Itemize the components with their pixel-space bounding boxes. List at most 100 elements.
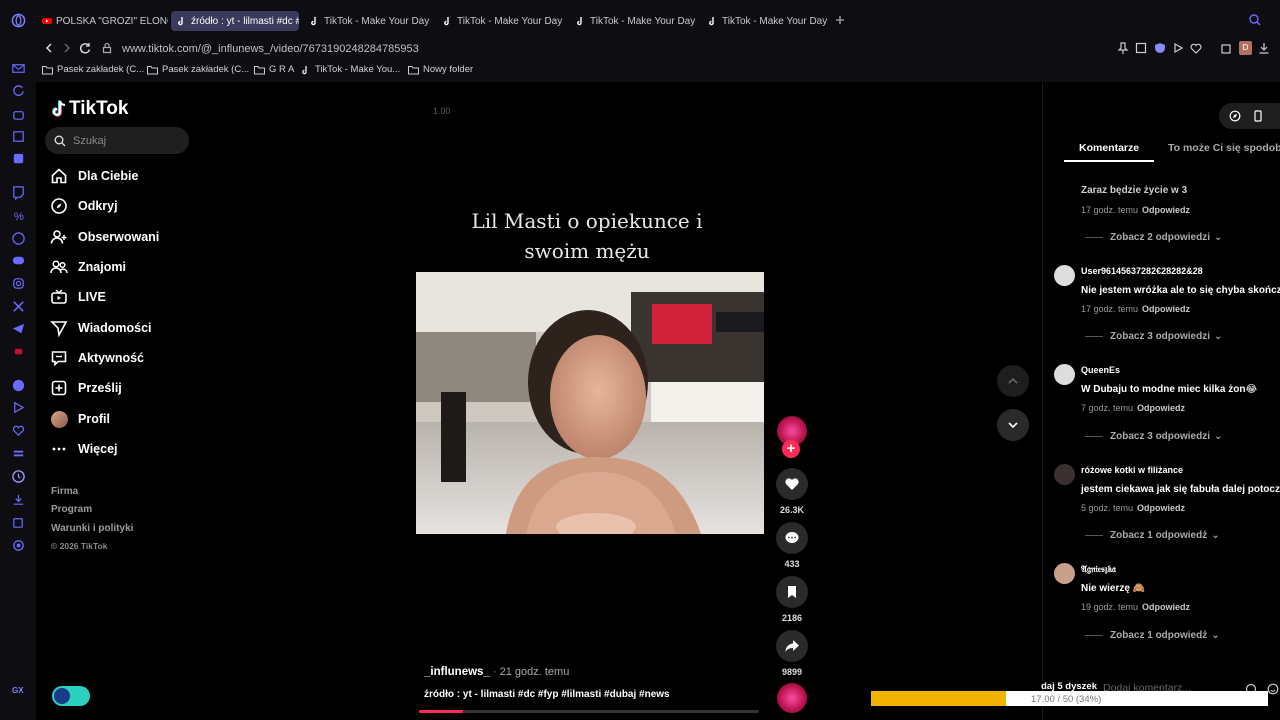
heart-icon[interactable]: [10, 422, 26, 438]
reply-button[interactable]: Odpowiedz: [1137, 403, 1185, 413]
nav-profile[interactable]: Profil: [50, 408, 110, 430]
video-progress-bar[interactable]: [419, 710, 759, 713]
comment-avatar[interactable]: [1054, 464, 1075, 485]
tab-tiktok-3[interactable]: TikTok - Make Your Day: [570, 11, 700, 31]
bookmark-folder-1[interactable]: Pasek zakładek (C...: [42, 64, 144, 75]
tab-youtube[interactable]: POLSKA "GROZI" ELONOW: [36, 11, 168, 31]
sound-disc[interactable]: [777, 683, 807, 713]
tab-tiktok-2[interactable]: TikTok - Make Your Day: [437, 11, 567, 31]
previous-video-button[interactable]: [997, 365, 1029, 397]
nav-more[interactable]: Więcej: [50, 438, 118, 460]
nav-upload[interactable]: Prześlij: [50, 377, 122, 399]
download-icon[interactable]: [10, 491, 26, 507]
instagram-icon[interactable]: [10, 275, 26, 291]
bookmark-folder-gra[interactable]: G R A: [254, 64, 294, 75]
robot-icon[interactable]: [10, 106, 26, 122]
reload-icon[interactable]: [78, 41, 92, 55]
profile-badge[interactable]: D: [1239, 41, 1252, 55]
player-icon[interactable]: [10, 399, 26, 415]
next-video-button[interactable]: [997, 409, 1029, 441]
comment-text: Zaraz będzie życie w 3: [1081, 185, 1188, 196]
tab-tiktok-4[interactable]: TikTok - Make Your Day: [702, 11, 832, 31]
discord-icon[interactable]: [10, 252, 26, 268]
avatar: [50, 410, 68, 428]
tab-suggested[interactable]: To może Ci się spodobać: [1168, 142, 1280, 154]
refresh-icon[interactable]: [10, 82, 26, 98]
extensions-puzzle-icon[interactable]: [1219, 41, 1233, 55]
comment-username[interactable]: 𝔄𝔤𝔫𝔦𝔢𝔰𝔷𝔨𝔞: [1081, 564, 1116, 575]
new-tab-button[interactable]: [833, 13, 847, 27]
messenger-icon[interactable]: [10, 230, 26, 246]
view-replies-button[interactable]: Zobacz 1 odpowiedź ⌄: [1085, 530, 1220, 541]
reply-button[interactable]: Odpowiedz: [1142, 602, 1190, 612]
view-replies-button[interactable]: Zobacz 3 odpowiedzi ⌄: [1085, 431, 1222, 442]
tab-search-button[interactable]: [1248, 13, 1262, 27]
reply-button[interactable]: Odpowiedz: [1142, 205, 1190, 215]
tab-tiktok-1[interactable]: TikTok - Make Your Day: [304, 11, 434, 31]
footer-company[interactable]: Firma: [51, 486, 78, 497]
twitch-icon[interactable]: [10, 184, 26, 200]
playback-speed[interactable]: 1.00: [433, 106, 451, 116]
share-button[interactable]: [776, 630, 808, 662]
comment-avatar[interactable]: [1054, 563, 1075, 584]
tab-active-video[interactable]: źródło : yt - lilmasti #dc #f: [171, 11, 299, 31]
bookmark-tiktok[interactable]: TikTok - Make You...: [300, 64, 400, 75]
nav-live[interactable]: LIVE: [50, 286, 106, 308]
settings-icon[interactable]: [10, 537, 26, 553]
comment-username[interactable]: User9614563728­2€28282&28: [1081, 266, 1203, 276]
nav-for-you[interactable]: Dla Ciebie: [50, 165, 138, 187]
comment-avatar[interactable]: [1054, 265, 1075, 286]
comment-username[interactable]: QueenEs: [1081, 365, 1120, 375]
comment-username[interactable]: różowe kotki w filiżance: [1081, 465, 1183, 475]
comment-avatar[interactable]: [1054, 364, 1075, 385]
percent-icon[interactable]: %: [10, 207, 26, 223]
nav-messages[interactable]: Wiadomości: [50, 317, 152, 339]
heart-outline-icon[interactable]: [1189, 41, 1203, 55]
save-button[interactable]: [776, 576, 808, 608]
mastodon-icon[interactable]: [10, 150, 26, 166]
play-icon[interactable]: [1171, 41, 1185, 55]
tab-comments[interactable]: Komentarze: [1079, 142, 1139, 154]
follow-button[interactable]: +: [782, 440, 800, 458]
nav-friends[interactable]: Znajomi: [50, 256, 126, 278]
telegram-icon[interactable]: [10, 320, 26, 336]
snapshot-icon[interactable]: [1134, 41, 1148, 55]
search-input[interactable]: Szukaj: [45, 127, 189, 154]
back-icon[interactable]: [42, 41, 56, 55]
mail-icon[interactable]: [10, 60, 26, 76]
bookmark-folder-new[interactable]: Nowy folder: [408, 64, 473, 75]
news-icon[interactable]: [10, 128, 26, 144]
opera-logo-icon[interactable]: [10, 12, 26, 28]
x-icon[interactable]: [10, 298, 26, 314]
footer-terms[interactable]: Warunki i polityki: [51, 523, 133, 534]
emoji-icon[interactable]: [1267, 683, 1279, 695]
music-icon[interactable]: [10, 377, 26, 393]
video-player[interactable]: [416, 272, 764, 534]
video-author[interactable]: _influnews_ · 21 godz. temu: [424, 666, 569, 678]
comment-button[interactable]: [776, 522, 808, 554]
tiktok-sidebar-icon[interactable]: [10, 343, 26, 359]
nav-activity[interactable]: Aktywność: [50, 347, 144, 369]
panel-toggle[interactable]: [1219, 103, 1280, 129]
layers-icon[interactable]: [10, 445, 26, 461]
footer-program[interactable]: Program: [51, 504, 92, 515]
history-icon[interactable]: [10, 468, 26, 484]
view-replies-button[interactable]: Zobacz 1 odpowiedź ⌄: [1085, 630, 1220, 641]
reply-button[interactable]: Odpowiedz: [1142, 304, 1190, 314]
bookmark-folder-2[interactable]: Pasek zakładek (C...: [147, 64, 249, 75]
nav-explore[interactable]: Odkryj: [50, 195, 118, 217]
view-replies-button[interactable]: Zobacz 3 odpowiedzi ⌄: [1085, 331, 1222, 342]
gx-widget-toggle[interactable]: [52, 686, 90, 706]
extensions-icon[interactable]: [10, 514, 26, 530]
url-field[interactable]: www.tiktok.com/@_influnews_/video/767319…: [122, 39, 1182, 59]
forward-icon[interactable]: [60, 41, 74, 55]
downloads-icon[interactable]: [1257, 41, 1271, 55]
lock-icon[interactable]: [100, 41, 114, 55]
reply-button[interactable]: Odpowiedz: [1137, 503, 1185, 513]
shield-icon[interactable]: [1153, 41, 1167, 55]
nav-following[interactable]: Obserwowani: [50, 226, 159, 248]
pin-icon[interactable]: [1116, 41, 1130, 55]
view-replies-button[interactable]: Zobacz 2 odpowiedzi ⌄: [1085, 232, 1222, 243]
like-button[interactable]: [776, 468, 808, 500]
tiktok-logo[interactable]: TikTok: [51, 98, 128, 120]
